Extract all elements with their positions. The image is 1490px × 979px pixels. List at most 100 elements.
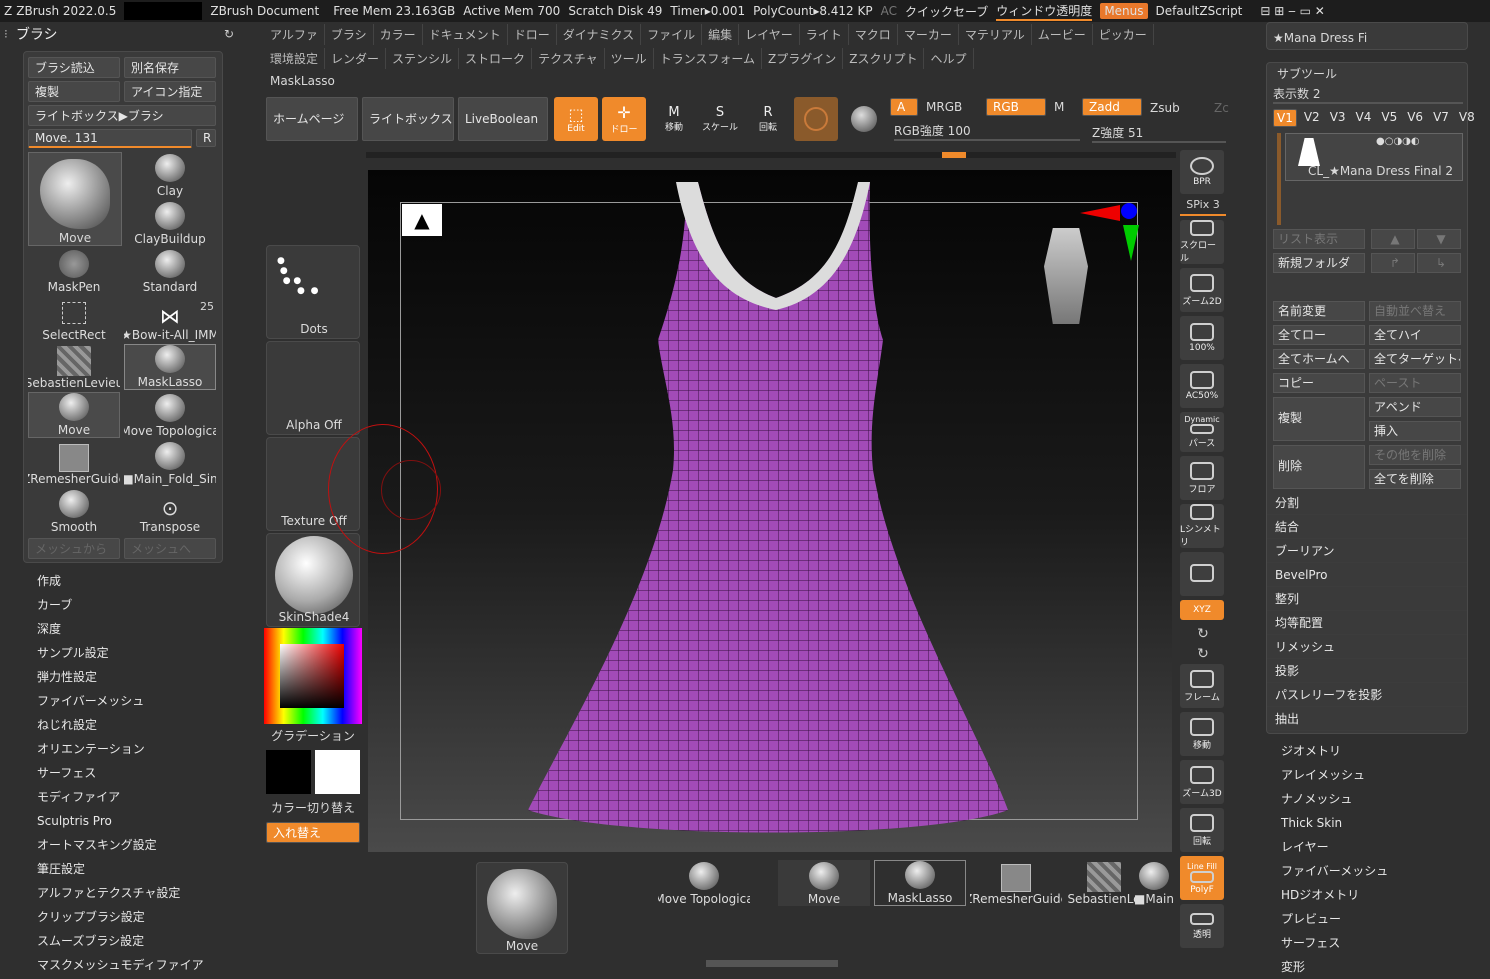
zsub-toggle[interactable]: Zsub bbox=[1150, 101, 1180, 115]
menu-item[interactable]: サンプル設定 bbox=[0, 641, 240, 665]
menu-item[interactable]: 結合 bbox=[1267, 515, 1467, 539]
alpha-button[interactable]: Alpha Off bbox=[266, 341, 360, 435]
rotate-view-button[interactable]: 回転 bbox=[1180, 808, 1224, 852]
arrow-up-right-icon[interactable]: ↱ bbox=[1371, 253, 1415, 273]
local-symmetry-button[interactable]: Lシンメトリ bbox=[1180, 504, 1224, 548]
shader-button[interactable] bbox=[842, 97, 886, 141]
menu-item[interactable]: ジオメトリ bbox=[1266, 739, 1486, 763]
menu-item[interactable]: レンダー bbox=[325, 48, 387, 69]
subtool-scrollbar[interactable] bbox=[1277, 133, 1281, 225]
from-mesh-button[interactable]: メッシュから bbox=[28, 538, 120, 559]
move-slider[interactable]: Move. 131 bbox=[28, 129, 192, 148]
move-down-icon[interactable]: ▼ bbox=[1417, 229, 1461, 249]
menu-item[interactable]: アルファ bbox=[264, 24, 325, 45]
window-controls-icon[interactable]: ⊟ ⊞ ‒ ▭ ✕ bbox=[1260, 4, 1324, 18]
move-up-icon[interactable]: ▲ bbox=[1371, 229, 1415, 249]
rgb-intensity-slider[interactable]: RGB強度 100 bbox=[894, 122, 1080, 141]
menu-item[interactable]: ドキュメント bbox=[423, 24, 508, 45]
menu-item[interactable]: ドロー bbox=[508, 24, 557, 45]
version-v7[interactable]: V7 bbox=[1430, 109, 1452, 127]
insert-button[interactable]: 挿入 bbox=[1369, 421, 1461, 441]
switch-color-button[interactable]: カラー切り替え bbox=[266, 799, 360, 816]
material-button[interactable]: SkinShade4 bbox=[266, 533, 360, 627]
bottom-brush-move-topological[interactable]: Move Topologica bbox=[658, 860, 750, 906]
actual-size-button[interactable]: 100% bbox=[1180, 316, 1224, 360]
version-v3[interactable]: V3 bbox=[1327, 109, 1349, 127]
paste-button[interactable]: ペースト bbox=[1369, 373, 1461, 393]
bottom-shelf-handle[interactable] bbox=[706, 960, 838, 967]
menu-item[interactable]: マクロ bbox=[849, 24, 898, 45]
zscript-label[interactable]: DefaultZScript bbox=[1156, 4, 1243, 18]
quicksave-button[interactable]: クイックセーブ bbox=[905, 3, 988, 20]
menu-item[interactable]: 作成 bbox=[0, 569, 240, 593]
all-low-button[interactable]: 全てロー bbox=[1273, 325, 1365, 345]
menu-item[interactable]: パスレリーフを投影 bbox=[1267, 683, 1467, 707]
brush-move[interactable]: Move bbox=[28, 392, 120, 438]
menu-item[interactable]: ファイル bbox=[641, 24, 703, 45]
color-square[interactable] bbox=[280, 644, 344, 708]
rgb-toggle[interactable]: RGB bbox=[986, 98, 1046, 116]
canvas-viewport[interactable]: ▲ bbox=[328, 170, 1172, 852]
append-button[interactable]: アペンド bbox=[1369, 397, 1461, 417]
brush-main-fold[interactable]: ■Main_Fold_Sin bbox=[124, 440, 216, 486]
half-size-button[interactable]: AC50% bbox=[1180, 364, 1224, 408]
draw-button[interactable]: ✛ ドロー bbox=[602, 97, 646, 141]
menu-item[interactable]: 環境設定 bbox=[264, 48, 326, 69]
bottom-brush-main[interactable]: ■Main bbox=[1134, 860, 1174, 906]
rotate-mode-button[interactable]: R 回転 bbox=[746, 97, 790, 141]
menu-item[interactable]: ねじれ設定 bbox=[0, 713, 240, 737]
menu-item[interactable]: Zプラグイン bbox=[762, 48, 844, 69]
brush-transpose[interactable]: ⊙ Transpose bbox=[124, 488, 216, 534]
a-toggle[interactable]: A bbox=[890, 98, 918, 116]
rotate-axis-icons[interactable]: ↻ ↻ bbox=[1180, 624, 1226, 664]
perspective-button[interactable]: Dynamic パース bbox=[1180, 412, 1224, 452]
delete-other-button[interactable]: その他を削除 bbox=[1369, 445, 1461, 465]
zoom3d-button[interactable]: ズーム3D bbox=[1180, 760, 1224, 804]
m-toggle[interactable]: M bbox=[1054, 100, 1064, 114]
r-button[interactable]: R bbox=[196, 129, 216, 147]
bottom-brush-zremesherguide[interactable]: ZRemesherGuide bbox=[970, 860, 1062, 906]
menu-item[interactable]: ステンシル bbox=[386, 48, 460, 69]
to-mesh-button[interactable]: メッシュへ bbox=[124, 538, 216, 559]
menu-item[interactable]: 均等配置 bbox=[1267, 611, 1467, 635]
zadd-toggle[interactable]: Zadd bbox=[1082, 98, 1142, 116]
menu-item[interactable]: トランスフォーム bbox=[654, 48, 763, 69]
visibility-toggle-icons[interactable]: ●○◑◑◐ bbox=[1376, 136, 1420, 147]
menu-item[interactable]: BevelPro bbox=[1267, 563, 1467, 587]
lightbox-brush-button[interactable]: ライトボックス▶ブラシ bbox=[28, 105, 216, 126]
mrgb-toggle[interactable]: MRGB bbox=[926, 100, 962, 114]
all-high-button[interactable]: 全てハイ bbox=[1369, 325, 1461, 345]
menu-item[interactable]: マーカー bbox=[898, 24, 959, 45]
brush-maskpen[interactable]: MaskPen bbox=[28, 248, 120, 294]
secondary-color-swatch[interactable] bbox=[266, 750, 311, 794]
material-picker-button[interactable] bbox=[794, 97, 838, 141]
brush-zremesherguide[interactable]: ZRemesherGuide bbox=[28, 440, 120, 486]
color-picker[interactable] bbox=[264, 628, 362, 724]
clone-button[interactable]: 複製 bbox=[28, 81, 120, 102]
menu-item[interactable]: 投影 bbox=[1267, 659, 1467, 683]
subtool-item[interactable]: CL_★Mana Dress Final 2 ●○◑◑◐ bbox=[1285, 133, 1463, 181]
z-intensity-slider[interactable]: Z強度 51 bbox=[1092, 124, 1226, 143]
menu-item[interactable]: ライト bbox=[800, 24, 849, 45]
menu-item[interactable]: オートマスキング設定 bbox=[0, 833, 240, 857]
menu-item[interactable]: 変形 bbox=[1266, 955, 1486, 979]
menu-item[interactable]: モディファイア bbox=[0, 785, 240, 809]
delete-all-button[interactable]: 全てを削除 bbox=[1369, 469, 1461, 489]
brush-move-topological[interactable]: Move Topologica bbox=[124, 392, 216, 438]
new-folder-button[interactable]: 新規フォルダ bbox=[1273, 253, 1365, 273]
menus-button[interactable]: Menus bbox=[1100, 3, 1148, 19]
menu-item[interactable]: ブーリアン bbox=[1267, 539, 1467, 563]
menu-item[interactable]: ブラシ bbox=[325, 24, 374, 45]
xyz-button[interactable]: XYZ bbox=[1180, 600, 1224, 620]
liveboolean-button[interactable]: LiveBoolean bbox=[458, 97, 548, 141]
menu-item[interactable]: レイヤー bbox=[739, 24, 800, 45]
load-brush-button[interactable]: ブラシ読込 bbox=[28, 57, 120, 78]
timeline-marker[interactable] bbox=[942, 152, 966, 158]
save-as-button[interactable]: 別名保存 bbox=[124, 57, 216, 78]
menu-item[interactable]: Sculptris Pro bbox=[0, 809, 240, 833]
menu-item[interactable]: ピッカー bbox=[1093, 24, 1154, 45]
brush-thumb-move-large[interactable]: Move bbox=[28, 152, 122, 246]
stroke-dots-button[interactable]: ● ● ● ● ● ● Dots bbox=[266, 245, 360, 339]
timeline-bar[interactable] bbox=[366, 152, 1176, 158]
version-v6[interactable]: V6 bbox=[1404, 109, 1426, 127]
